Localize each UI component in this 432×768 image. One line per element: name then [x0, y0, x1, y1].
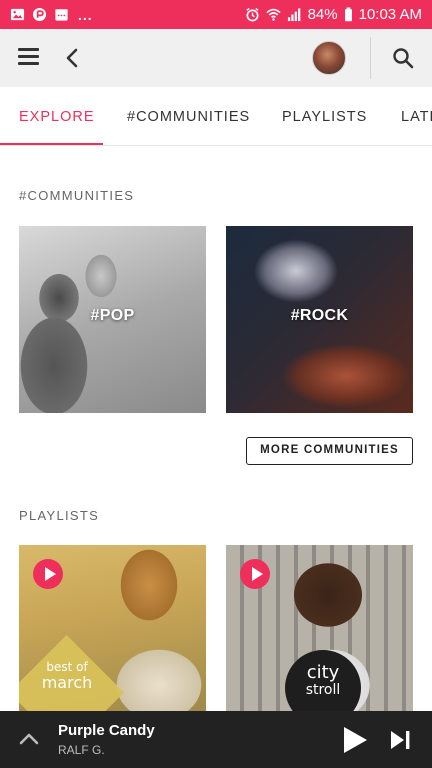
active-tab-indicator	[0, 143, 103, 145]
hamburger-icon[interactable]	[18, 48, 39, 66]
playlist-badge-line1: city	[306, 662, 340, 683]
avatar[interactable]	[312, 41, 346, 75]
tab-playlists[interactable]: PLAYLISTS	[282, 87, 367, 145]
search-icon[interactable]	[392, 47, 414, 69]
chevron-up-icon[interactable]	[18, 732, 40, 746]
playlist-badge-line2: march	[41, 673, 93, 692]
more-communities-button[interactable]: MORE COMMUNITIES	[246, 437, 413, 465]
gallery-icon	[10, 8, 25, 21]
tab-latest[interactable]: LATE	[401, 87, 432, 145]
calendar-icon	[55, 9, 68, 21]
battery-icon	[344, 7, 352, 22]
music-app-icon	[32, 7, 47, 22]
track-artist: RALF G.	[58, 743, 105, 757]
tab-bar: EXPLORE #COMMUNITIES PLAYLISTS LATE	[0, 87, 432, 146]
signal-icon	[287, 8, 300, 22]
app-bar	[0, 29, 432, 87]
mini-player[interactable]: Purple Candy RALF G.	[0, 711, 432, 768]
alarm-icon	[245, 7, 259, 22]
playlist-badge-line2: stroll	[305, 682, 341, 698]
playlist-badge-line1: best of	[46, 660, 88, 674]
playlist-tile[interactable]: city stroll	[226, 545, 413, 711]
play-icon[interactable]	[33, 559, 63, 589]
battery-percent: 84%	[307, 6, 338, 23]
community-tile-rock[interactable]: #ROCK	[226, 226, 413, 413]
tab-communities[interactable]: #COMMUNITIES	[127, 87, 250, 145]
playlist-tile[interactable]: best of march	[19, 545, 206, 711]
playlists-heading: PLAYLISTS	[19, 508, 100, 523]
skip-next-icon[interactable]	[389, 730, 411, 750]
play-icon[interactable]	[341, 725, 369, 755]
community-tile-pop[interactable]: #POP	[19, 226, 206, 413]
community-label: #POP	[90, 307, 135, 324]
track-title: Purple Candy	[58, 722, 155, 739]
status-bar: ... 84% 10:03 AM	[0, 0, 432, 29]
back-arrow-icon[interactable]	[62, 46, 82, 70]
playlist-badge: city stroll	[285, 650, 361, 711]
community-label: #ROCK	[290, 307, 349, 324]
play-icon[interactable]	[240, 559, 270, 589]
playlist-badge: best of march	[27, 660, 107, 692]
clock: 10:03 AM	[358, 6, 422, 23]
wifi-icon	[265, 8, 281, 21]
more-notifications-indicator: ...	[78, 6, 93, 23]
app-bar-divider	[370, 37, 371, 79]
tab-explore[interactable]: EXPLORE	[19, 87, 95, 145]
communities-heading: #COMMUNITIES	[19, 188, 135, 203]
